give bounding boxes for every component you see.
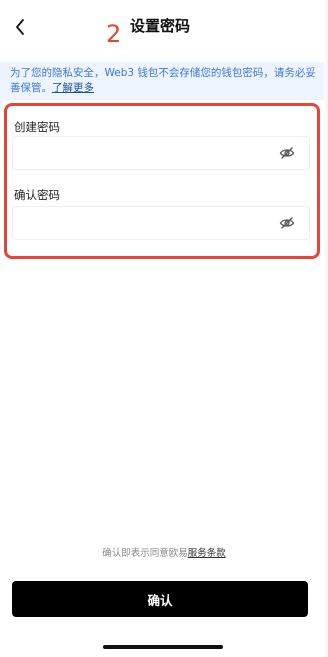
eye-off-icon[interactable] <box>279 216 295 230</box>
screen-edge <box>324 0 328 657</box>
terms-notice: 确认即表示同意欧易服务条款 <box>0 547 328 561</box>
page-title: 设置密码 <box>130 17 191 35</box>
create-password-label: 创建密码 <box>14 120 60 134</box>
confirm-password-field[interactable] <box>12 206 310 240</box>
back-button[interactable] <box>10 15 30 39</box>
eye-off-icon[interactable] <box>279 146 295 160</box>
step-annotation: 2 <box>106 20 122 48</box>
confirm-password-input[interactable] <box>13 207 279 239</box>
home-indicator <box>103 645 223 649</box>
create-password-field[interactable] <box>12 136 310 170</box>
privacy-notice: 为了您的隐私安全，Web3 钱包不会存储您的钱包密码，请务必妥善保管。了解更多 <box>0 62 328 100</box>
confirm-password-label: 确认密码 <box>14 188 60 202</box>
terms-link[interactable]: 服务条款 <box>188 548 226 559</box>
create-password-input[interactable] <box>13 137 279 169</box>
confirm-button[interactable]: 确认 <box>12 581 308 617</box>
set-password-screen: 2 设置密码 为了您的隐私安全，Web3 钱包不会存储您的钱包密码，请务必妥善保… <box>0 0 328 657</box>
chevron-left-icon <box>16 19 24 35</box>
learn-more-link[interactable]: 了解更多 <box>52 82 94 94</box>
terms-text: 确认即表示同意欧易 <box>102 548 188 559</box>
